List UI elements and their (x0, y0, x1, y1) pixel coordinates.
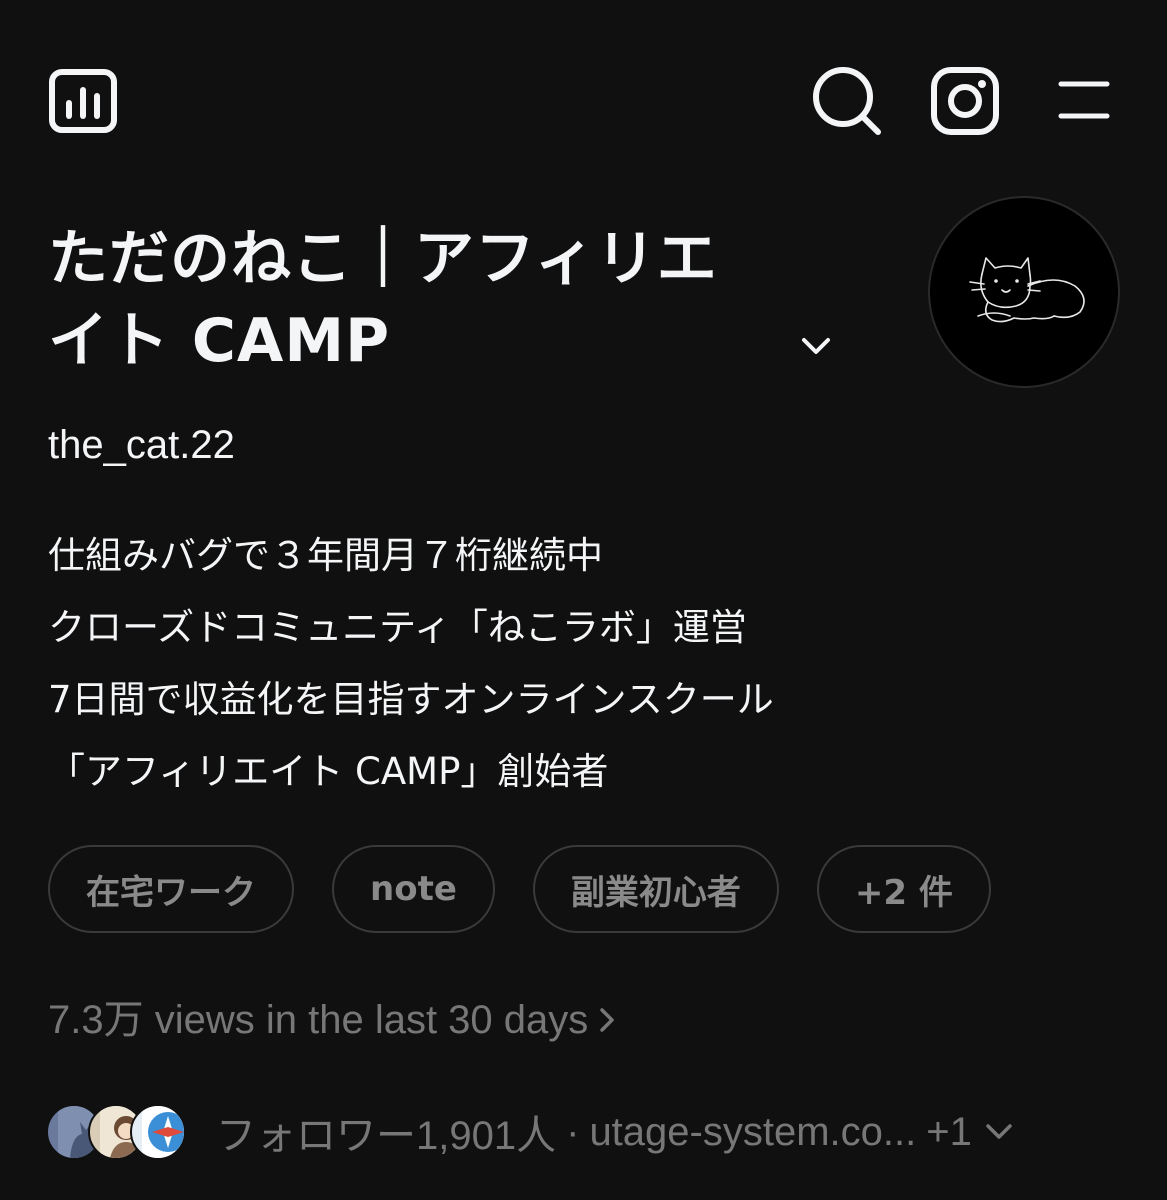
chevron-down-icon[interactable] (796, 326, 836, 366)
separator-dot: · (566, 1109, 580, 1154)
followers-count: フォロワー1,901人 (216, 1114, 557, 1158)
menu-icon[interactable] (1055, 78, 1113, 122)
chevron-down-icon[interactable] (982, 1115, 1016, 1149)
profile-name[interactable]: ただのねこ｜アフィリエ イト CAMP (48, 218, 808, 382)
profile-avatar[interactable] (930, 198, 1118, 386)
username-handle[interactable]: the_cat.22 (48, 420, 235, 470)
follower-avatars (46, 1104, 186, 1160)
chevron-right-icon (600, 1008, 615, 1032)
profile-name-line-2: イト CAMP (48, 306, 391, 376)
more-links-count: +1 (926, 1109, 972, 1154)
profile-name-line-1: ただのねこ｜アフィリエ (48, 224, 718, 294)
views-text: 7.3万 views in the last 30 days (48, 998, 589, 1042)
views-insights-link[interactable]: 7.3万 views in the last 30 days (48, 990, 620, 1050)
tag-chip[interactable]: 副業初心者 (532, 845, 779, 933)
bio-line: 7日間で収益化を目指すオンラインスクール (48, 678, 774, 721)
followers-row[interactable]: フォロワー1,901人 · utage-system.co... +1 (46, 1100, 1016, 1164)
profile-bio: 仕組みバグで３年間月７桁継続中 クローズドコミュニティ「ねこラボ」運営 7日間で… (48, 520, 1128, 808)
search-icon[interactable] (810, 64, 884, 138)
top-bar (0, 0, 1167, 200)
follower-avatar (130, 1104, 186, 1160)
more-tags-chip[interactable]: +2 件 (816, 845, 991, 933)
instagram-icon[interactable] (930, 66, 1000, 136)
tag-chip[interactable]: 在宅ワーク (48, 845, 294, 933)
profile-link[interactable]: utage-system.co... (589, 1110, 916, 1155)
interest-tags: 在宅ワーク note 副業初心者 +2 件 (48, 845, 991, 933)
cat-drawing-icon (969, 257, 1085, 323)
bio-line: 「アフィリエイト CAMP」創始者 (48, 750, 609, 793)
bio-line: クローズドコミュニティ「ねこラボ」運営 (48, 606, 747, 649)
tag-chip[interactable]: note (332, 845, 495, 933)
insights-icon[interactable] (48, 68, 118, 134)
bio-line: 仕組みバグで３年間月７桁継続中 (48, 534, 603, 577)
